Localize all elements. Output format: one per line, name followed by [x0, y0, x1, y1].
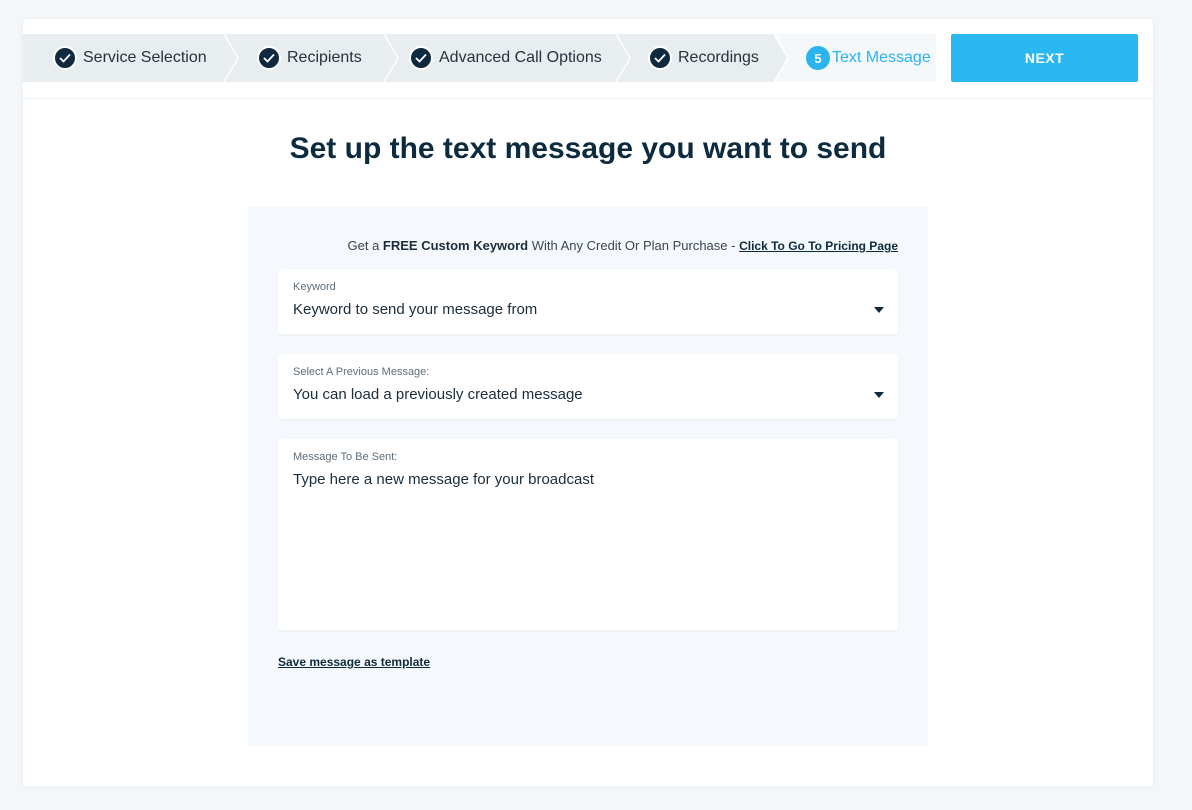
step-separator-chevron	[616, 34, 631, 82]
message-textarea[interactable]: Message To Be Sent: Type here a new mess…	[278, 439, 898, 630]
checkmark-icon	[53, 46, 77, 70]
promo-highlight: FREE Custom Keyword	[382, 238, 529, 253]
step-label: Recipients	[287, 49, 362, 66]
page-title: Set up the text message you want to send	[289, 132, 887, 165]
step-progress-bar: Service Selection Recipients Advanced Ca…	[23, 34, 936, 82]
step-label: Text Message	[832, 49, 931, 66]
step-text-message[interactable]: 5 Text Message	[806, 34, 931, 82]
step-separator-chevron	[384, 34, 399, 82]
promo-banner: Get a FREE Custom Keyword With Any Credi…	[348, 238, 899, 253]
keyword-select[interactable]: Keyword Keyword to send your message fro…	[278, 269, 898, 334]
previous-message-label: Select A Previous Message:	[293, 366, 430, 378]
step-separator-chevron	[224, 34, 239, 82]
step-label: Service Selection	[83, 49, 207, 66]
previous-message-select[interactable]: Select A Previous Message: You can load …	[278, 354, 898, 419]
caret-down-icon	[874, 307, 884, 313]
step-recordings[interactable]: Recordings	[648, 34, 759, 82]
save-template-link[interactable]: Save message as template	[278, 655, 430, 669]
step-service-selection[interactable]: Service Selection	[53, 34, 207, 82]
keyword-label: Keyword	[293, 281, 336, 293]
promo-prefix: Get a	[347, 238, 383, 253]
step-number-badge: 5	[806, 46, 830, 70]
message-placeholder: Type here a new message for your broadca…	[293, 471, 594, 488]
promo-suffix: With Any Credit Or Plan Purchase -	[528, 238, 740, 253]
checkmark-icon	[648, 46, 672, 70]
message-form-panel: Get a FREE Custom Keyword With Any Credi…	[248, 207, 928, 746]
step-label: Advanced Call Options	[439, 49, 602, 66]
pricing-page-link[interactable]: Click To Go To Pricing Page	[739, 239, 898, 253]
keyword-value: Keyword to send your message from	[293, 301, 538, 318]
caret-down-icon	[874, 392, 884, 398]
step-recipients[interactable]: Recipients	[257, 34, 362, 82]
checkmark-icon	[409, 46, 433, 70]
wizard-card: Service Selection Recipients Advanced Ca…	[23, 19, 1153, 786]
wizard-header: Service Selection Recipients Advanced Ca…	[23, 19, 1153, 99]
step-separator-chevron	[774, 34, 789, 82]
next-button[interactable]: NEXT	[951, 34, 1138, 82]
checkmark-icon	[257, 46, 281, 70]
step-advanced-call-options[interactable]: Advanced Call Options	[409, 34, 602, 82]
message-label: Message To Be Sent:	[293, 451, 398, 463]
step-label: Recordings	[678, 49, 759, 66]
previous-message-value: You can load a previously created messag…	[293, 386, 583, 403]
